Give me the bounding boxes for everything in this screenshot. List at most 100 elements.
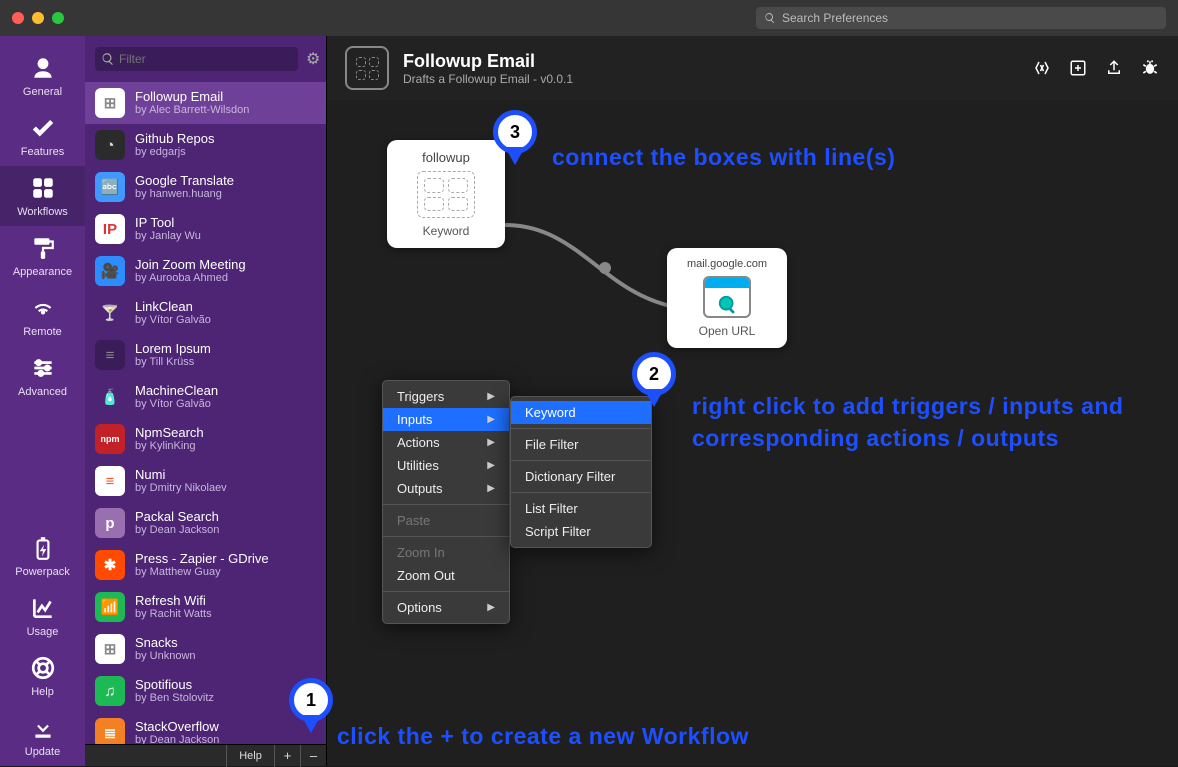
- canvas-context-menu[interactable]: Triggers▶Inputs▶Actions▶Utilities▶Output…: [382, 380, 510, 624]
- workflow-row[interactable]: npmNpmSearchby KylinKing: [85, 418, 326, 460]
- gear-icon[interactable]: ⚙: [306, 49, 320, 69]
- workflow-name: Spotifious: [135, 677, 214, 693]
- minimize-window-icon[interactable]: [32, 12, 44, 24]
- workflow-row[interactable]: IPIP Toolby Janlay Wu: [85, 208, 326, 250]
- debug-icon[interactable]: [1140, 58, 1160, 78]
- menu-item[interactable]: Options▶: [383, 596, 509, 619]
- keyword-icon: [417, 171, 475, 218]
- share-icon[interactable]: [1104, 58, 1124, 78]
- menu-item[interactable]: Dictionary Filter: [511, 465, 651, 488]
- workflow-icon-placeholder[interactable]: [345, 46, 389, 90]
- workflow-author: by Aurooba Ahmed: [135, 272, 246, 285]
- workflow-row[interactable]: 🍸LinkCleanby Vítor Galvão: [85, 292, 326, 334]
- workflow-subtitle: Drafts a Followup Email - v0.0.1: [403, 72, 573, 86]
- sidebar-item-workflows[interactable]: Workflows: [0, 166, 85, 226]
- workflow-row[interactable]: 🔤 Google Translateby hanwen.huang: [85, 166, 326, 208]
- menu-item[interactable]: Zoom Out: [383, 564, 509, 587]
- workflow-thumb-icon: ✱: [95, 550, 125, 580]
- workflow-thumb-icon: ≡: [95, 340, 125, 370]
- open-url-node[interactable]: mail.google.com Open URL: [667, 248, 787, 348]
- sidebar-item-appearance[interactable]: Appearance: [0, 226, 85, 286]
- workflow-canvas[interactable]: followup Keyword mail.google.com Open UR…: [327, 100, 1178, 766]
- workflow-name: Join Zoom Meeting: [135, 257, 246, 273]
- workflow-row[interactable]: ◔Github Reposby edgarjs: [85, 124, 326, 166]
- workflow-row[interactable]: ⊞Snacksby Unknown: [85, 628, 326, 670]
- workflow-row[interactable]: ≣StackOverflowby Dean Jackson: [85, 712, 326, 744]
- zoom-window-icon[interactable]: [52, 12, 64, 24]
- help-button[interactable]: Help: [226, 745, 274, 767]
- workflow-row[interactable]: ≡Lorem Ipsumby Till Krüss: [85, 334, 326, 376]
- workflow-author: by Janlay Wu: [135, 230, 201, 243]
- workflow-row[interactable]: 🧴MachineCleanby Vítor Galvão: [85, 376, 326, 418]
- remove-workflow-button[interactable]: –: [300, 745, 326, 767]
- search-preferences-field[interactable]: Search Preferences: [756, 7, 1166, 29]
- workflow-row[interactable]: 🎥Join Zoom Meetingby Aurooba Ahmed: [85, 250, 326, 292]
- workflow-row[interactable]: ✱Press - Zapier - GDriveby Matthew Guay: [85, 544, 326, 586]
- workflow-filter-bar: ⚙: [85, 36, 326, 82]
- sidebar-item-powerpack[interactable]: Powerpack: [0, 526, 85, 586]
- workflow-thumb-icon: 🍸: [95, 298, 125, 328]
- annotation-text-2: right click to add triggers / inputs and…: [692, 390, 1142, 454]
- battery-icon: [29, 534, 57, 562]
- annotation-badge-3: 3: [493, 110, 537, 154]
- sidebar-item-update[interactable]: Update: [0, 706, 85, 766]
- workflow-author: by Matthew Guay: [135, 566, 269, 579]
- browser-icon: [703, 276, 751, 318]
- workflow-name: StackOverflow: [135, 719, 219, 735]
- menu-item[interactable]: Actions▶: [383, 431, 509, 454]
- workflow-thumb-icon: ≡: [95, 466, 125, 496]
- search-icon: [101, 52, 115, 66]
- sidebar-item-remote[interactable]: Remote: [0, 286, 85, 346]
- workflow-row[interactable]: ⊞Followup Emailby Alec Barrett-Wilsdon: [85, 82, 326, 124]
- menu-item[interactable]: File Filter: [511, 433, 651, 456]
- workflow-name: NpmSearch: [135, 425, 204, 441]
- workflow-author: by Rachit Watts: [135, 608, 212, 621]
- workflow-thumb-icon: 🔤: [95, 172, 125, 202]
- close-window-icon[interactable]: [12, 12, 24, 24]
- workflow-author: by Dmitry Nikolaev: [135, 482, 227, 495]
- workflow-header: Followup Email Drafts a Followup Email -…: [327, 36, 1178, 100]
- workflow-thumb-icon: ⊞: [95, 634, 125, 664]
- workflow-row[interactable]: 📶Refresh Wifiby Rachit Watts: [85, 586, 326, 628]
- workflow-filter-input[interactable]: [95, 47, 298, 71]
- chevron-right-icon: ▶: [487, 602, 495, 613]
- menu-item[interactable]: Keyword: [511, 401, 651, 424]
- sidebar-item-help[interactable]: Help: [0, 646, 85, 706]
- lifebuoy-icon: [29, 654, 57, 682]
- variables-icon[interactable]: [1032, 58, 1052, 78]
- workflow-name: Google Translate: [135, 173, 234, 189]
- inputs-submenu[interactable]: Keyword File Filter Dictionary Filter List …: [510, 396, 652, 548]
- workflow-list-panel: ⚙ ⊞Followup Emailby Alec Barrett-Wilsdon…: [85, 36, 327, 766]
- menu-item: Paste: [383, 509, 509, 532]
- sidebar-item-advanced[interactable]: Advanced: [0, 346, 85, 406]
- keyword-node[interactable]: followup Keyword: [387, 140, 505, 248]
- header-actions: [1032, 58, 1160, 78]
- workflow-row[interactable]: ≡Numiby Dmitry Nikolaev: [85, 460, 326, 502]
- workflow-author: by Ben Stolovitz: [135, 692, 214, 705]
- menu-item[interactable]: Triggers▶: [383, 385, 509, 408]
- workflow-list-footer: Help + –: [85, 744, 326, 766]
- workflow-thumb-icon: 🧴: [95, 382, 125, 412]
- window-titlebar: Search Preferences: [0, 0, 1178, 36]
- add-workflow-button[interactable]: +: [274, 745, 300, 767]
- workflow-author: by Dean Jackson: [135, 734, 219, 744]
- preferences-sidebar: GeneralFeaturesWorkflowsAppearanceRemote…: [0, 36, 85, 766]
- traffic-lights: [12, 12, 64, 24]
- menu-item[interactable]: Script Filter: [511, 520, 651, 543]
- add-object-icon[interactable]: [1068, 58, 1088, 78]
- workflow-name: Snacks: [135, 635, 196, 651]
- sidebar-item-usage[interactable]: Usage: [0, 586, 85, 646]
- workflow-thumb-icon: p: [95, 508, 125, 538]
- chevron-right-icon: ▶: [487, 437, 495, 448]
- workflow-author: by Vítor Galvão: [135, 398, 218, 411]
- menu-item[interactable]: Outputs▶: [383, 477, 509, 500]
- menu-item[interactable]: Utilities▶: [383, 454, 509, 477]
- menu-item[interactable]: List Filter: [511, 497, 651, 520]
- workflow-row[interactable]: pPackal Searchby Dean Jackson: [85, 502, 326, 544]
- workflow-author: by hanwen.huang: [135, 188, 234, 201]
- sidebar-item-features[interactable]: Features: [0, 106, 85, 166]
- sidebar-item-general[interactable]: General: [0, 46, 85, 106]
- workflow-canvas-area: Followup Email Drafts a Followup Email -…: [327, 36, 1178, 766]
- workflow-thumb-icon: ⊞: [95, 88, 125, 118]
- menu-item[interactable]: Inputs▶: [383, 408, 509, 431]
